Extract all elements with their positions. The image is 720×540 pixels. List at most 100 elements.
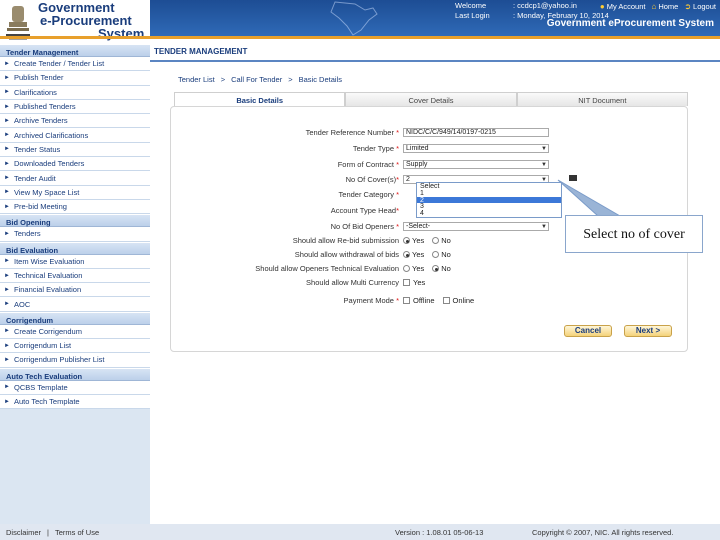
dropdown-option[interactable]: Select	[417, 183, 561, 190]
tab-cover-details[interactable]: Cover Details	[345, 92, 517, 106]
sidebar-item-corrigendum-list[interactable]: ► Corrigendum List	[0, 339, 150, 354]
my-account-label: My Account	[606, 2, 646, 11]
last-login-label: Last Login	[455, 11, 490, 20]
cancel-button[interactable]: Cancel	[564, 325, 612, 337]
sidebar-item-tender-status[interactable]: ► Tender Status	[0, 142, 150, 158]
required-marker: *	[396, 175, 399, 184]
logout-link[interactable]: ➲ Logout	[684, 2, 716, 11]
tender-category-label: Tender Category	[338, 190, 394, 199]
rebid-no-radio[interactable]: No	[432, 236, 451, 245]
form-of-contract-select[interactable]: Supply ▼	[403, 160, 549, 169]
tech-eval-yes-radio[interactable]: Yes	[403, 264, 424, 273]
required-marker: *	[396, 190, 399, 199]
row-tech-evaluation: Should allow Openers Technical Evaluatio…	[171, 263, 459, 274]
arrow-icon: ►	[4, 146, 10, 153]
sidebar-item-tenders[interactable]: ► Tenders	[0, 227, 150, 242]
sidebar-item-downloaded-tenders[interactable]: ► Downloaded Tenders	[0, 157, 150, 172]
home-link[interactable]: ⌂ Home	[651, 2, 678, 11]
sidebar-item-my-space[interactable]: ► View My Space List	[0, 185, 150, 200]
sidebar-item-label: Item Wise Evaluation	[14, 256, 85, 266]
sidebar-item-publish-tender[interactable]: ► Publish Tender	[0, 71, 150, 86]
sidebar-item-label: Publish Tender	[14, 73, 64, 83]
sidebar-item-archived-clarifications[interactable]: ► Archived Clarifications	[0, 128, 150, 143]
chevron-down-icon: ▼	[541, 162, 547, 168]
sidebar-item-create-tender[interactable]: ► Create Tender / Tender List	[0, 57, 150, 72]
radio-selected-icon	[432, 265, 440, 272]
dropdown-option[interactable]: 3	[417, 203, 561, 210]
arrow-icon: ►	[4, 328, 10, 335]
tab-bar: Basic Details Cover Details NIT Document	[174, 92, 688, 106]
tender-type-select[interactable]: Limited ▼	[403, 144, 549, 153]
arrow-icon: ►	[4, 258, 10, 265]
tender-reference-input[interactable]: NIDC/C/C/949/14/0197-0215	[403, 128, 549, 137]
section-auto-tech-evaluation: Auto Tech Evaluation	[0, 367, 150, 381]
sidebar-item-label: Archive Tenders	[14, 116, 68, 126]
dropdown-option[interactable]: 4	[417, 210, 561, 217]
rebid-yes-radio[interactable]: Yes	[403, 236, 424, 245]
sidebar-item-auto-tech-template[interactable]: ► Auto Tech Template	[0, 394, 150, 410]
section-bid-opening: Bid Opening	[0, 214, 150, 228]
sidebar: Tender Management ► Create Tender / Tende…	[0, 44, 150, 540]
breadcrumb-separator: >	[288, 75, 293, 84]
row-account-type: Account Type Head*	[171, 205, 403, 216]
sidebar-item-tender-audit[interactable]: ► Tender Audit	[0, 171, 150, 186]
info-icon[interactable]	[569, 175, 577, 181]
home-icon: ⌂	[651, 2, 657, 11]
bid-openers-select[interactable]: -Select- ▼	[403, 222, 549, 231]
tech-evaluation-label: Should allow Openers Technical Evaluatio…	[255, 264, 399, 273]
breadcrumb-basic-details: Basic Details	[298, 75, 342, 84]
arrow-icon: ►	[4, 175, 10, 182]
tab-nit-document[interactable]: NIT Document	[516, 92, 688, 106]
arrow-icon: ►	[4, 342, 10, 349]
sidebar-item-aoc[interactable]: ► AOC	[0, 297, 150, 312]
sidebar-item-technical-evaluation[interactable]: ► Technical Evaluation	[0, 268, 150, 284]
row-tender-type: Tender Type * Limited ▼	[171, 143, 549, 154]
welcome-label: Welcome	[455, 1, 487, 10]
payment-online-checkbox[interactable]	[442, 297, 450, 304]
arrow-icon: ►	[4, 89, 10, 96]
tab-basic-details[interactable]: Basic Details	[174, 92, 346, 106]
sidebar-item-label: Auto Tech Template	[14, 397, 80, 407]
radio-empty-icon	[432, 237, 440, 244]
next-button[interactable]: Next >	[624, 325, 672, 337]
sidebar-item-label: Corrigendum Publisher List	[14, 355, 105, 365]
no-of-covers-dropdown: Select 1 2 3 4	[416, 182, 562, 218]
withdrawal-yes-radio[interactable]: Yes	[403, 250, 424, 259]
arrow-icon: ►	[4, 384, 10, 391]
dropdown-option-highlighted[interactable]: 2	[417, 196, 561, 203]
sidebar-item-corrigendum-publisher-list[interactable]: ► Corrigendum Publisher List	[0, 353, 150, 368]
arrow-icon: ►	[4, 230, 10, 237]
sidebar-item-clarifications[interactable]: ► Clarifications	[0, 85, 150, 100]
multi-currency-checkbox[interactable]	[403, 279, 410, 286]
sidebar-item-prebid-meeting[interactable]: ► Pre-bid Meeting	[0, 199, 150, 215]
site-logo-text[interactable]: Government e-Procurement System	[38, 1, 144, 40]
terms-of-use-link[interactable]: Terms of Use	[55, 528, 99, 537]
row-payment-mode: Payment Mode * Offline Online	[171, 295, 475, 306]
sidebar-item-published-tenders[interactable]: ► Published Tenders	[0, 99, 150, 115]
radio-selected-icon	[403, 237, 410, 244]
tech-eval-no-radio[interactable]: No	[432, 264, 451, 273]
withdrawal-no-radio[interactable]: No	[432, 250, 451, 259]
disclaimer-link[interactable]: Disclaimer	[6, 528, 41, 537]
sidebar-item-financial-evaluation[interactable]: ► Financial Evaluation	[0, 283, 150, 298]
sidebar-item-create-corrigendum[interactable]: ► Create Corrigendum	[0, 324, 150, 340]
user-icon: ●	[599, 2, 605, 11]
sidebar-item-item-wise-evaluation[interactable]: ► Item Wise Evaluation	[0, 254, 150, 269]
logout-icon: ➲	[684, 2, 692, 11]
sidebar-item-archive-tenders[interactable]: ► Archive Tenders	[0, 114, 150, 129]
arrow-icon: ►	[4, 398, 10, 405]
bid-openers-label: No Of Bid Openers	[330, 222, 394, 231]
sidebar-item-label: Clarifications	[14, 87, 57, 97]
section-bid-evaluation: Bid Evaluation	[0, 241, 150, 255]
arrow-icon: ►	[4, 74, 10, 81]
my-account-link[interactable]: ● My Account	[600, 2, 646, 11]
checkbox-label: Offline	[413, 296, 435, 305]
breadcrumb-tender-list[interactable]: Tender List	[178, 75, 215, 84]
payment-offline-checkbox[interactable]	[403, 297, 410, 304]
sidebar-item-qcbs-template[interactable]: ► QCBS Template	[0, 380, 150, 395]
row-withdrawal: Should allow withdrawal of bids Yes No	[171, 249, 459, 260]
breadcrumb-call-for-tender[interactable]: Call For Tender	[231, 75, 282, 84]
dropdown-option[interactable]: 1	[417, 190, 561, 197]
radio-empty-icon	[432, 251, 440, 258]
no-of-covers-label: No Of Cover(s)	[345, 175, 397, 184]
